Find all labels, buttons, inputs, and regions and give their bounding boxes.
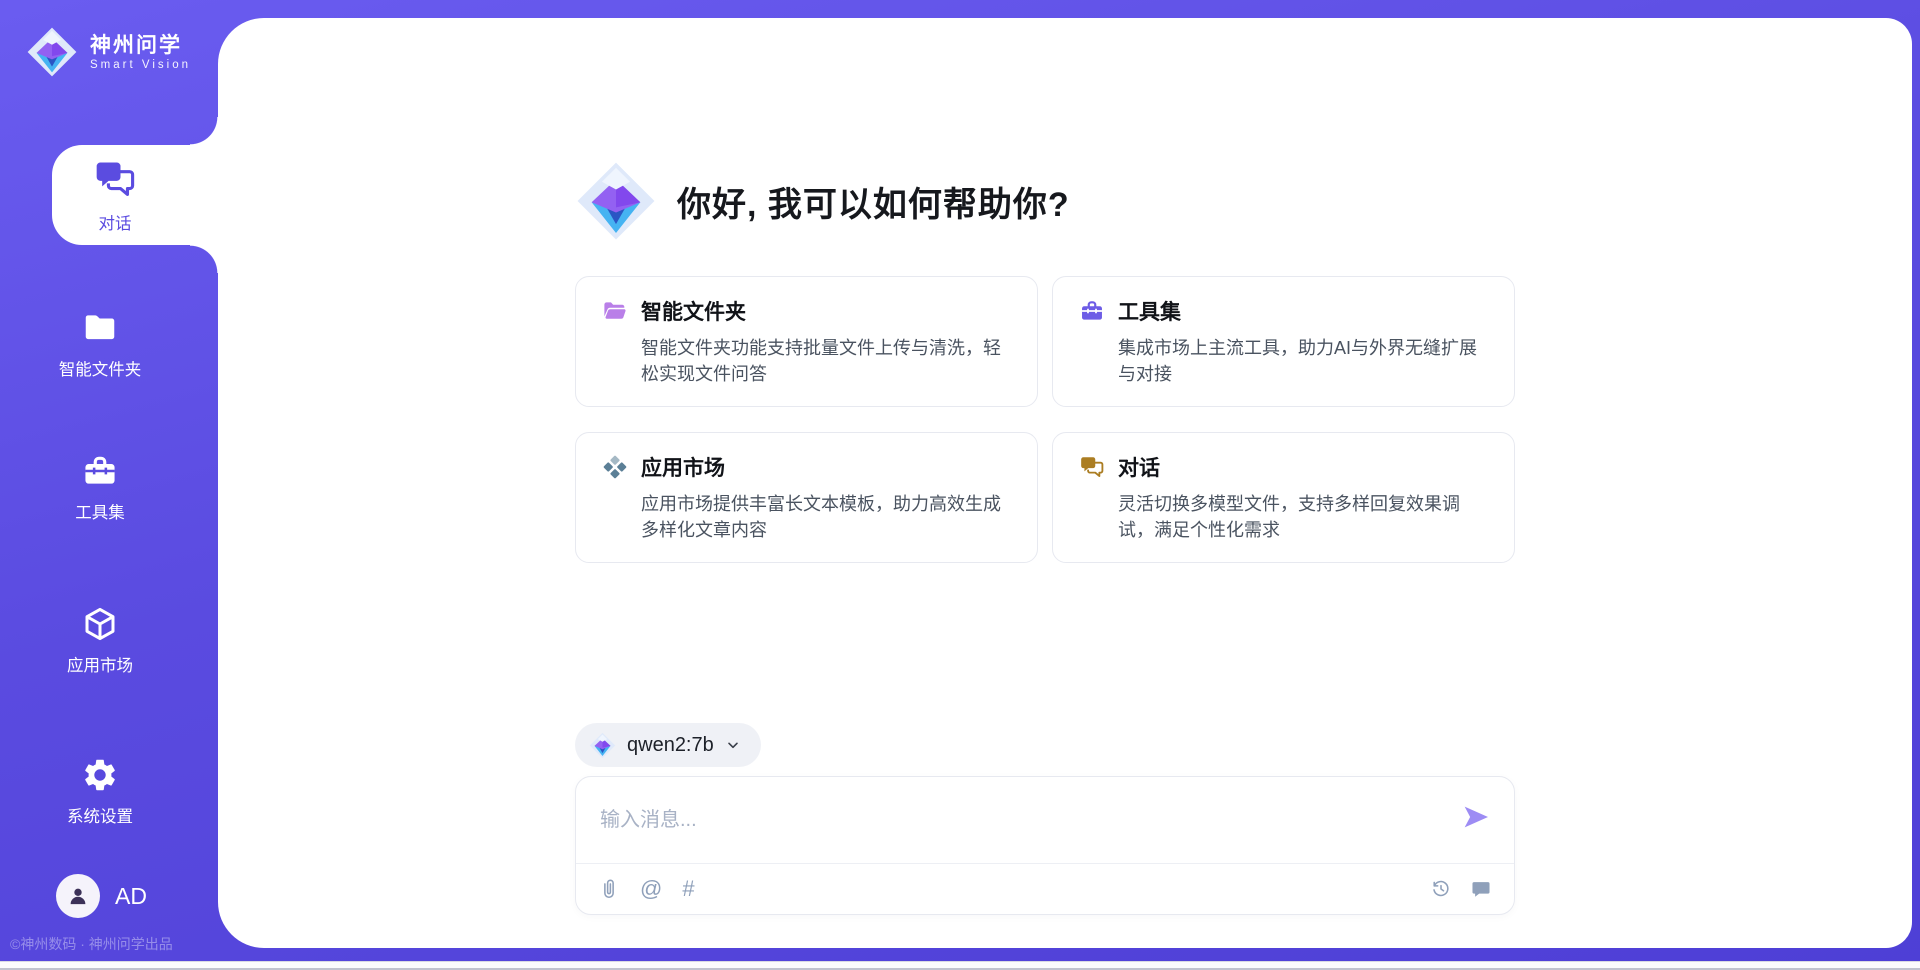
sidebar-item-app-market[interactable]: 应用市场 — [0, 605, 218, 676]
model-selector[interactable]: qwen2:7b — [575, 723, 761, 767]
sidebar-item-label: 应用市场 — [67, 652, 133, 676]
card-head: 智能文件夹 — [602, 296, 1011, 326]
greeting-row: 你好, 我可以如何帮助你? — [575, 18, 1515, 242]
card-title: 工具集 — [1118, 296, 1181, 326]
grid-icon — [602, 454, 628, 480]
at-icon[interactable]: @ — [640, 878, 662, 900]
card-head: 应用市场 — [602, 452, 1011, 482]
avatar — [56, 874, 100, 918]
main-panel: 你好, 我可以如何帮助你? 智能文件夹 智能文件夹功能支持批量文件上传与清洗，轻… — [218, 18, 1912, 948]
message-input[interactable] — [600, 787, 1444, 853]
chat-icon — [1079, 454, 1105, 480]
card-chat[interactable]: 对话 灵活切换多模型文件，支持多样回复效果调试，满足个性化需求 — [1052, 432, 1515, 563]
card-title: 对话 — [1118, 452, 1160, 482]
brand-gem-icon — [575, 160, 657, 242]
greeting-text: 你好, 我可以如何帮助你? — [677, 177, 1070, 226]
sidebar-item-label: 智能文件夹 — [59, 356, 142, 380]
composer-toolbar: @ # — [576, 864, 1514, 914]
send-icon[interactable] — [1460, 801, 1492, 833]
user-account[interactable]: AD — [56, 874, 147, 918]
hash-icon[interactable]: # — [682, 878, 694, 900]
sidebar-item-chat[interactable]: 对话 — [52, 145, 218, 245]
cube-icon — [81, 605, 119, 643]
sidebar-item-label: 工具集 — [75, 499, 125, 523]
sidebar-item-settings[interactable]: 系统设置 — [0, 756, 218, 827]
window-bottom-edge — [0, 961, 1920, 970]
card-description: 应用市场提供丰富长文本模板，助力高效生成多样化文章内容 — [641, 491, 1011, 543]
composer-right-tools — [1430, 878, 1492, 900]
sidebar-nav: 对话 智能文件夹 工具集 应用市场 系统设置 — [0, 145, 218, 827]
briefcase-icon — [81, 452, 119, 490]
chevron-down-icon — [725, 737, 741, 753]
card-head: 对话 — [1079, 452, 1488, 482]
card-title: 智能文件夹 — [641, 296, 746, 326]
briefcase-icon — [1079, 298, 1105, 324]
sidebar-item-smart-folder[interactable]: 智能文件夹 — [0, 309, 218, 380]
card-description: 智能文件夹功能支持批量文件上传与清洗，轻松实现文件问答 — [641, 335, 1011, 387]
person-icon — [65, 883, 91, 909]
sidebar-item-label: 对话 — [99, 210, 132, 234]
brand-subtitle: Smart Vision — [90, 59, 191, 71]
composer-left-tools: @ # — [598, 878, 695, 900]
gear-icon — [81, 756, 119, 794]
card-toolset[interactable]: 工具集 集成市场上主流工具，助力AI与外界无缝扩展与对接 — [1052, 276, 1515, 407]
card-head: 工具集 — [1079, 296, 1488, 326]
chat-home-content: 你好, 我可以如何帮助你? 智能文件夹 智能文件夹功能支持批量文件上传与清洗，轻… — [575, 18, 1515, 948]
chat-bubble-icon[interactable] — [1470, 878, 1492, 900]
chat-icon — [93, 157, 137, 201]
card-description: 集成市场上主流工具，助力AI与外界无缝扩展与对接 — [1118, 335, 1488, 387]
card-smart-folder[interactable]: 智能文件夹 智能文件夹功能支持批量文件上传与清洗，轻松实现文件问答 — [575, 276, 1038, 407]
folder-icon — [81, 309, 119, 347]
copyright: ©神州数码 · 神州问学出品 — [10, 934, 173, 954]
folder-open-icon — [602, 298, 628, 324]
paperclip-icon[interactable] — [598, 878, 620, 900]
user-initials: AD — [115, 883, 147, 910]
brand: 神州问学 Smart Vision — [26, 26, 191, 78]
sidebar-item-toolset[interactable]: 工具集 — [0, 452, 218, 523]
model-name: qwen2:7b — [627, 734, 714, 757]
brand-gem-icon — [26, 26, 78, 78]
card-app-market[interactable]: 应用市场 应用市场提供丰富长文本模板，助力高效生成多样化文章内容 — [575, 432, 1038, 563]
sidebar: 神州问学 Smart Vision 对话 智能文件夹 工具集 — [0, 0, 218, 970]
sidebar-item-label: 系统设置 — [67, 803, 133, 827]
brand-name: 神州问学 — [90, 33, 191, 58]
brand-text: 神州问学 Smart Vision — [90, 33, 191, 70]
model-gem-icon — [589, 732, 616, 759]
card-title: 应用市场 — [641, 452, 725, 482]
card-description: 灵活切换多模型文件，支持多样回复效果调试，满足个性化需求 — [1118, 491, 1488, 543]
history-icon[interactable] — [1430, 878, 1452, 900]
composer: @ # — [575, 776, 1515, 915]
feature-cards: 智能文件夹 智能文件夹功能支持批量文件上传与清洗，轻松实现文件问答 工具集 集成… — [575, 276, 1515, 563]
